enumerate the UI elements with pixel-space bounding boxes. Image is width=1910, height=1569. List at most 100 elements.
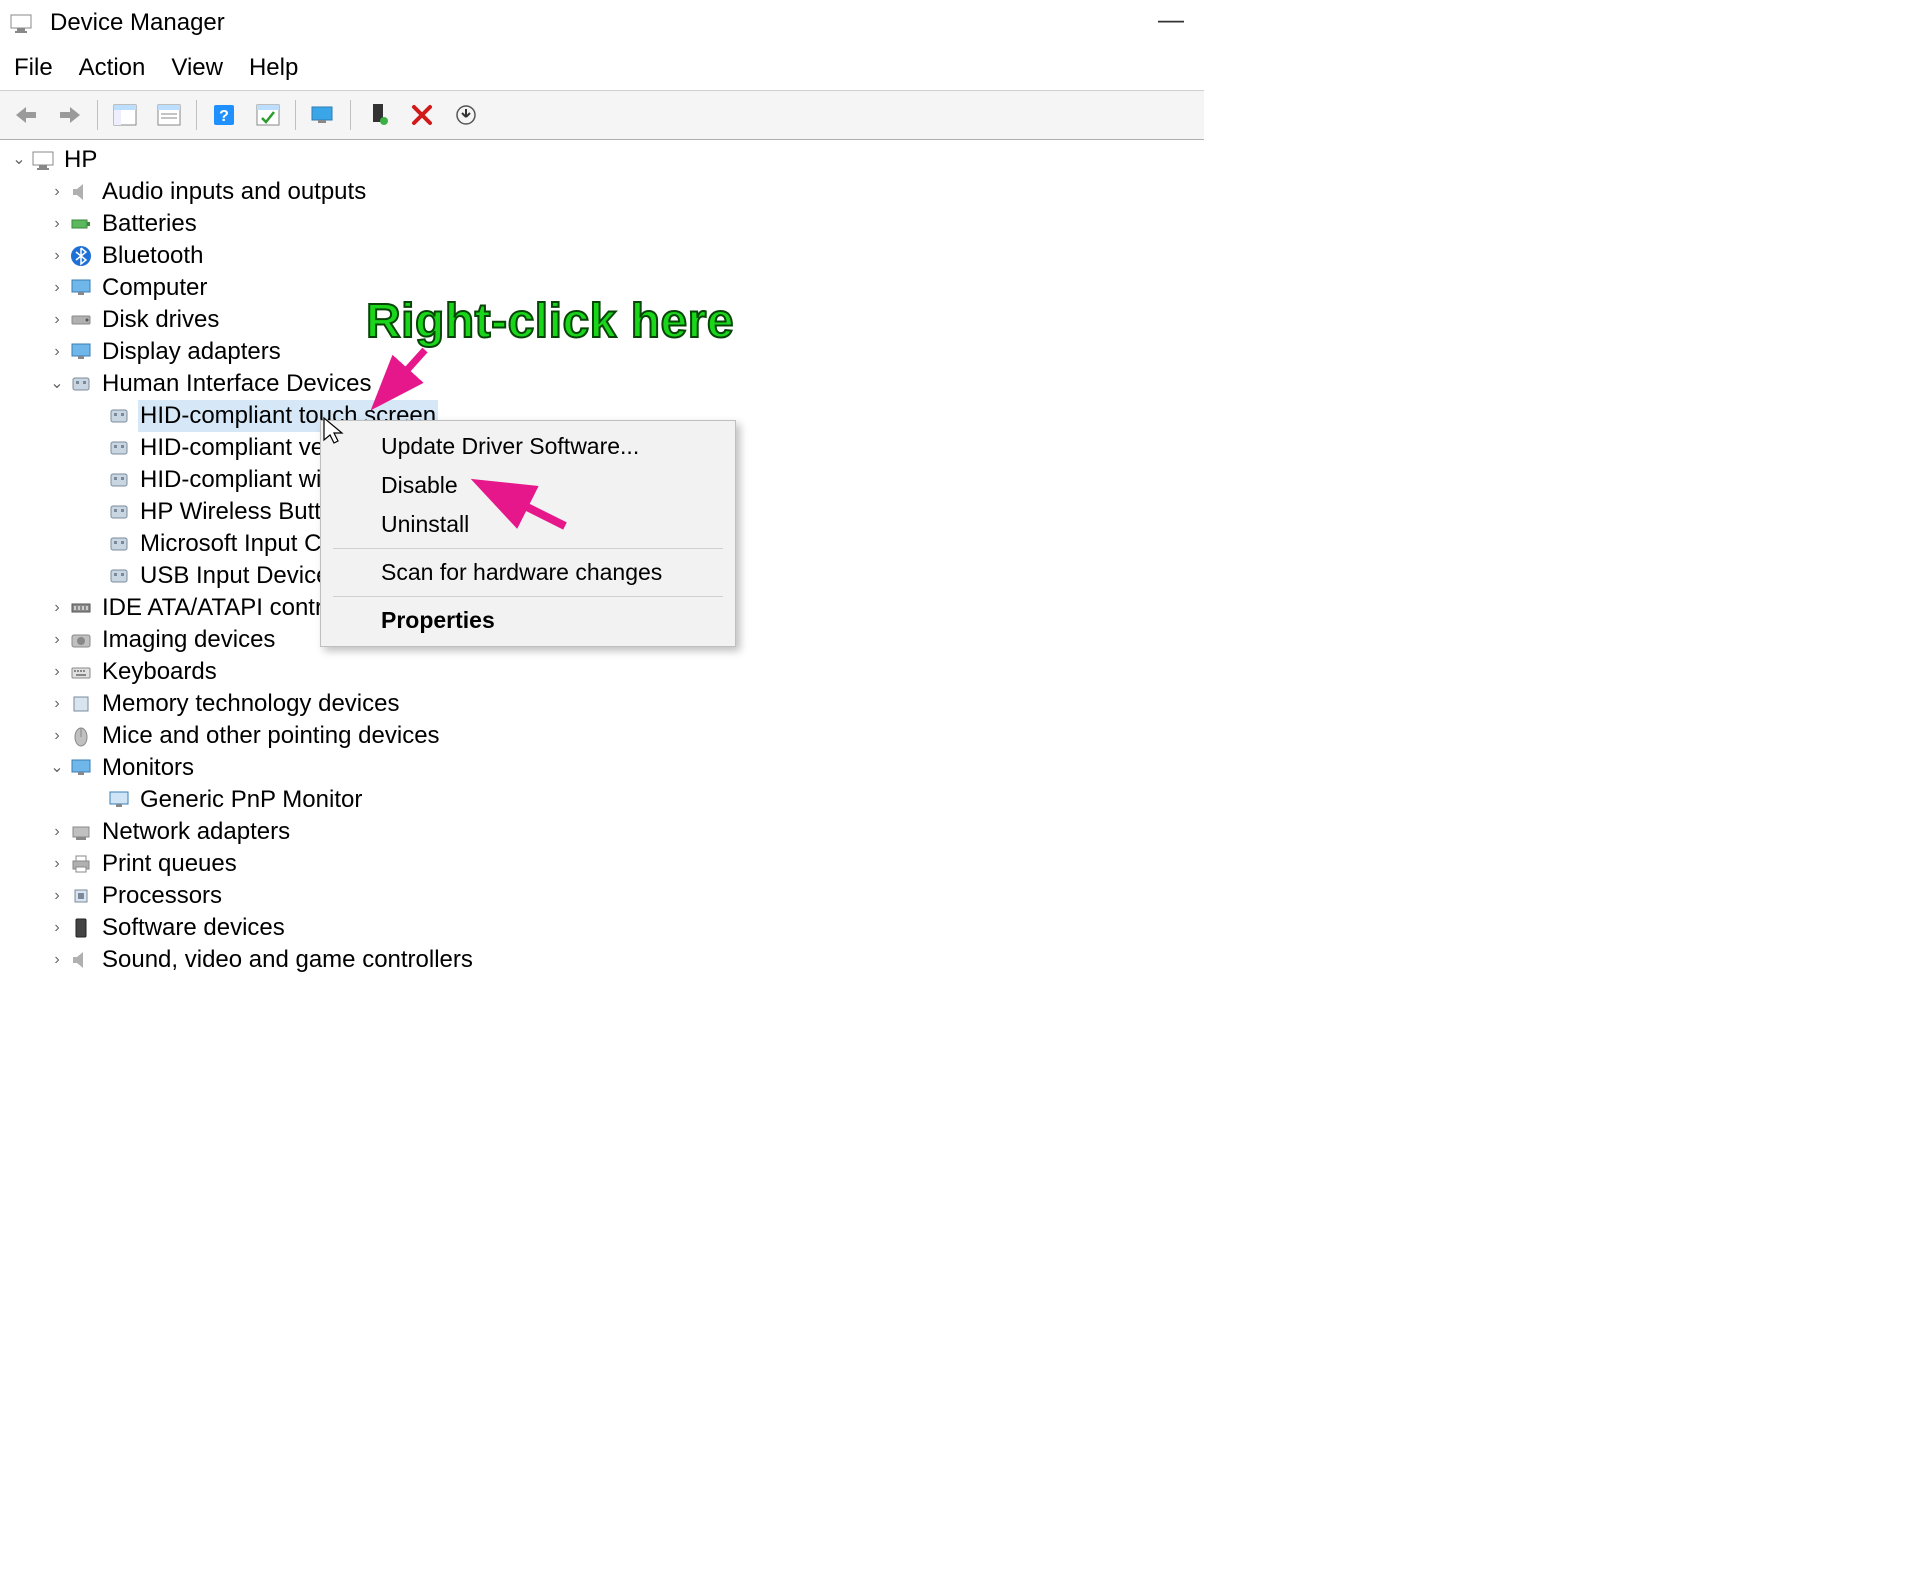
toolbar-separator (97, 100, 98, 130)
toolbar: ? (0, 90, 1204, 140)
tree-node-processors[interactable]: › Processors (8, 880, 1204, 912)
context-menu-disable[interactable]: Disable (323, 466, 733, 505)
tree-node-print-queues[interactable]: › Print queues (8, 848, 1204, 880)
menu-help[interactable]: Help (243, 50, 318, 86)
menu-bar: File Action View Help (0, 46, 1204, 90)
caret-right-icon[interactable]: › (46, 272, 68, 304)
tree-node-label: Sound, video and game controllers (100, 944, 475, 976)
caret-right-icon[interactable]: › (46, 336, 68, 368)
caret-down-icon[interactable]: ⌄ (46, 752, 68, 784)
toolbar-show-hide-tree-button[interactable] (106, 97, 144, 133)
toolbar-separator (295, 100, 296, 130)
tree-node-label: Keyboards (100, 656, 219, 688)
tree-node-mice[interactable]: › Mice and other pointing devices (8, 720, 1204, 752)
caret-right-icon[interactable]: › (46, 912, 68, 944)
toolbar-update-driver-button[interactable] (304, 97, 342, 133)
network-icon (68, 819, 94, 845)
device-manager-window: Device Manager — File Action View Help ? (0, 0, 1204, 975)
mouse-icon (68, 723, 94, 749)
toolbar-enable-button[interactable] (249, 97, 287, 133)
cpu-icon (68, 883, 94, 909)
caret-right-icon[interactable]: › (46, 848, 68, 880)
caret-right-icon[interactable]: › (46, 688, 68, 720)
context-menu-properties[interactable]: Properties (323, 601, 733, 640)
app-icon (8, 10, 34, 36)
caret-right-icon[interactable]: › (46, 944, 68, 976)
tree-node-label: HP Wireless Buttor (138, 496, 344, 528)
toolbar-separator (196, 100, 197, 130)
tree-node-label: Processors (100, 880, 224, 912)
tree-node-generic-pnp-monitor[interactable]: › Generic PnP Monitor (8, 784, 1204, 816)
monitor-icon (68, 755, 94, 781)
caret-right-icon[interactable]: › (46, 176, 68, 208)
tree-node-sound[interactable]: › Sound, video and game controllers (8, 944, 1204, 976)
tree-node-label: IDE ATA/ATAPI control (100, 592, 344, 624)
context-menu: Update Driver Software... Disable Uninst… (320, 420, 736, 647)
toolbar-help-button[interactable]: ? (205, 97, 243, 133)
caret-down-icon[interactable]: ⌄ (46, 368, 68, 400)
caret-right-icon[interactable]: › (46, 304, 68, 336)
menu-file[interactable]: File (8, 50, 73, 86)
bluetooth-icon (68, 243, 94, 269)
computer-root-icon (30, 147, 56, 173)
tree-node-label: Audio inputs and outputs (100, 176, 368, 208)
hid-device-icon (106, 435, 132, 461)
minimize-button[interactable]: — (1158, 4, 1184, 35)
toolbar-uninstall-button[interactable] (403, 97, 441, 133)
tree-node-batteries[interactable]: › Batteries (8, 208, 1204, 240)
tree-node-label: Software devices (100, 912, 287, 944)
hid-device-icon (106, 403, 132, 429)
caret-right-icon[interactable]: › (46, 592, 68, 624)
caret-down-icon[interactable]: ⌄ (8, 144, 30, 176)
tree-node-label: Print queues (100, 848, 239, 880)
tree-node-label: Mice and other pointing devices (100, 720, 442, 752)
toolbar-back-button[interactable] (7, 97, 45, 133)
tree-node-label: Monitors (100, 752, 196, 784)
hid-icon (68, 371, 94, 397)
tree-node-label: Batteries (100, 208, 199, 240)
toolbar-install-legacy-button[interactable] (447, 97, 485, 133)
printer-icon (68, 851, 94, 877)
tree-node-monitors[interactable]: ⌄ Monitors (8, 752, 1204, 784)
tree-node-memory[interactable]: › Memory technology devices (8, 688, 1204, 720)
annotation-text: Right-click here (366, 294, 734, 349)
tree-node-hid[interactable]: ⌄ Human Interface Devices (8, 368, 1204, 400)
toolbar-forward-button[interactable] (51, 97, 89, 133)
hid-device-icon (106, 531, 132, 557)
menu-action[interactable]: Action (73, 50, 166, 86)
toolbar-properties-button[interactable] (150, 97, 188, 133)
tree-node-label: Generic PnP Monitor (138, 784, 364, 816)
tree-node-label: Microsoft Input Co (138, 528, 337, 560)
caret-right-icon[interactable]: › (46, 624, 68, 656)
tree-node-keyboards[interactable]: › Keyboards (8, 656, 1204, 688)
hid-device-icon (106, 499, 132, 525)
context-menu-update-driver[interactable]: Update Driver Software... (323, 427, 733, 466)
tree-node-audio[interactable]: › Audio inputs and outputs (8, 176, 1204, 208)
context-menu-scan[interactable]: Scan for hardware changes (323, 553, 733, 592)
tree-node-label: Memory technology devices (100, 688, 401, 720)
caret-right-icon[interactable]: › (46, 720, 68, 752)
caret-right-icon[interactable]: › (46, 208, 68, 240)
monitor-icon (106, 787, 132, 813)
tree-node-network-adapters[interactable]: › Network adapters (8, 816, 1204, 848)
menu-view[interactable]: View (165, 50, 243, 86)
disk-icon (68, 307, 94, 333)
tree-node-bluetooth[interactable]: › Bluetooth (8, 240, 1204, 272)
tree-root-node[interactable]: ⌄ HP (8, 144, 1204, 176)
context-menu-uninstall[interactable]: Uninstall (323, 505, 733, 544)
monitor-icon (68, 275, 94, 301)
caret-right-icon[interactable]: › (46, 240, 68, 272)
caret-right-icon[interactable]: › (46, 816, 68, 848)
tree-node-label: Network adapters (100, 816, 292, 848)
tree-node-software-devices[interactable]: › Software devices (8, 912, 1204, 944)
software-icon (68, 915, 94, 941)
hid-device-icon (106, 563, 132, 589)
caret-right-icon[interactable]: › (46, 656, 68, 688)
ide-icon (68, 595, 94, 621)
context-menu-separator (333, 596, 723, 597)
caret-right-icon[interactable]: › (46, 880, 68, 912)
tree-node-label: Disk drives (100, 304, 221, 336)
speaker-icon (68, 947, 94, 973)
toolbar-scan-hardware-button[interactable] (359, 97, 397, 133)
tree-node-label: Computer (100, 272, 209, 304)
